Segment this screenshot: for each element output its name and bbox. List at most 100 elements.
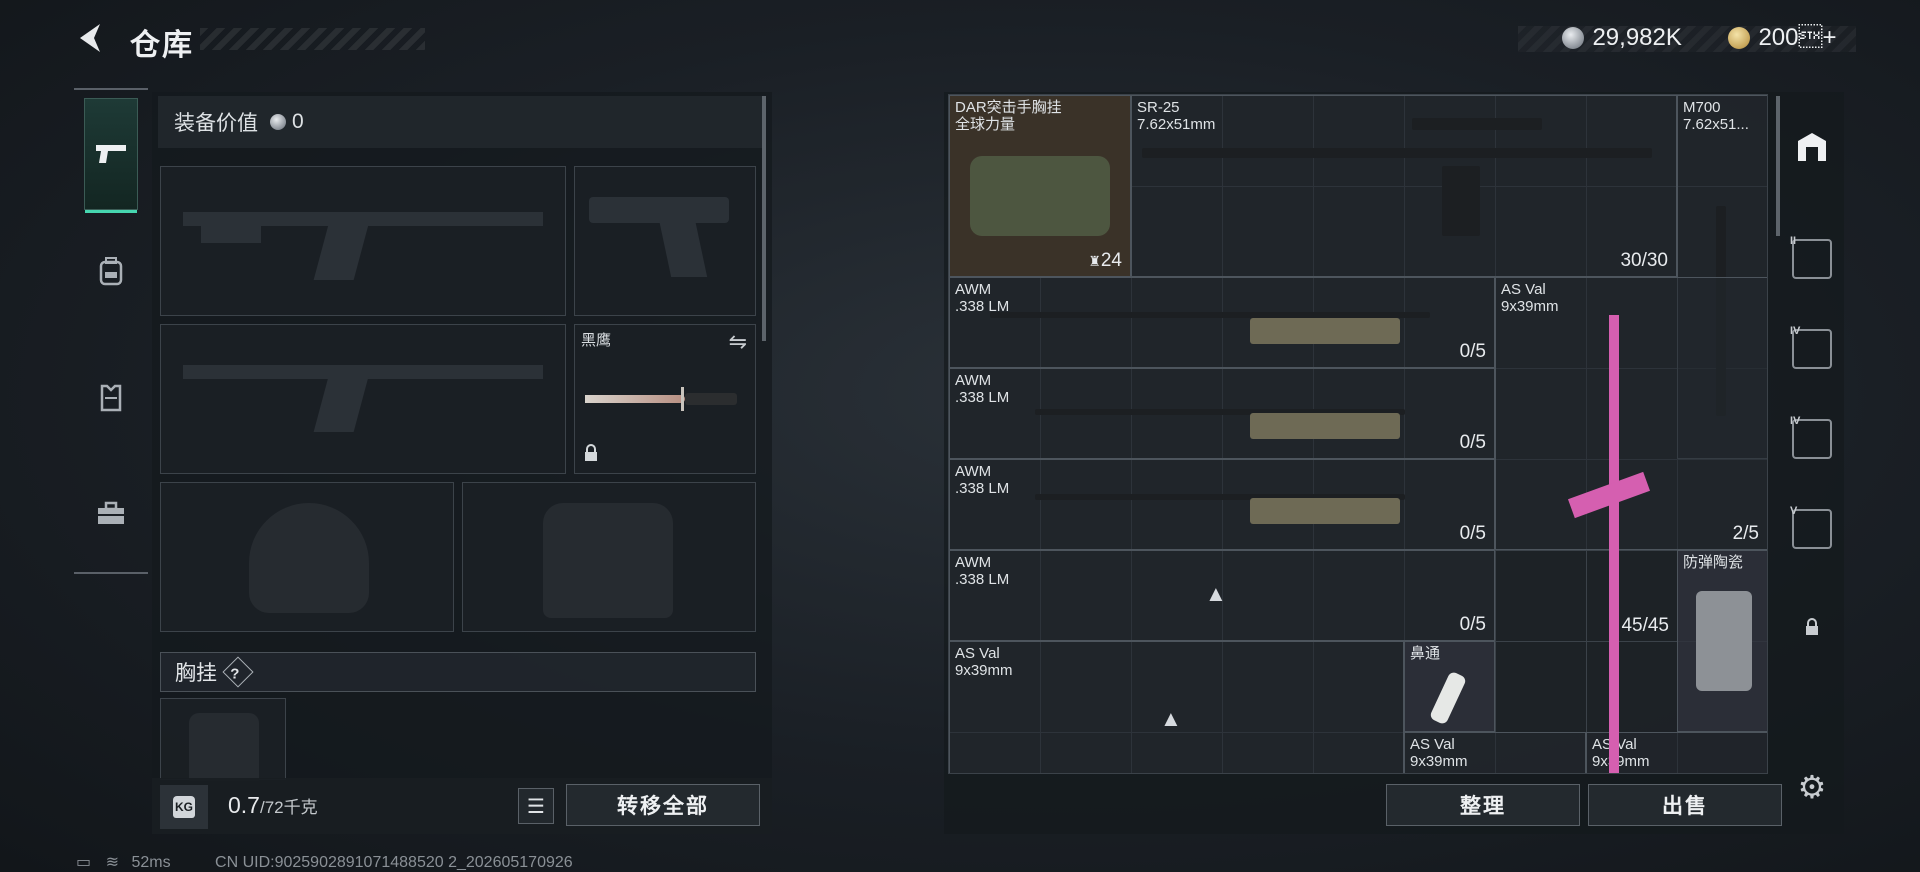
list-icon: ☰ <box>527 795 545 818</box>
gold-currency-value: 200+ <box>1758 24 1837 51</box>
rifle-magazine-silhouette <box>313 377 369 432</box>
secondary-weapon-slot[interactable] <box>574 166 756 316</box>
pistol-icon <box>96 145 126 163</box>
loading-icon: ▲ <box>1205 581 1227 606</box>
tab-backpack[interactable] <box>84 236 138 306</box>
page-title: 仓库 <box>130 29 194 62</box>
transfer-all-button[interactable]: 转移全部 <box>566 784 760 826</box>
rifle-stock-image <box>1250 318 1400 344</box>
bag-image <box>970 156 1110 236</box>
scope-image <box>1412 118 1542 130</box>
armor-silhouette <box>543 503 673 618</box>
primary-weapon-slot-2[interactable] <box>160 324 566 474</box>
tab-weapons[interactable] <box>84 98 138 213</box>
vest-icon <box>100 384 122 412</box>
wifi-icon: ≋ <box>105 854 119 871</box>
silver-currency-value: 29,982K <box>1592 24 1682 51</box>
status-bar: ▭ ≋ 52ms CN UID:9025902891071488520 2_20… <box>76 852 573 872</box>
list-view-button[interactable]: ☰ <box>518 788 554 824</box>
rifle-stock-image <box>1250 413 1400 439</box>
sort-button[interactable]: 整理 <box>1386 784 1580 826</box>
rifle-image <box>1142 148 1652 158</box>
helmet-slot[interactable] <box>160 482 454 632</box>
stash-item-awm-4[interactable]: AWM .338 LM ▲ 0/5 <box>949 550 1495 641</box>
toolbox-icon <box>98 501 124 524</box>
weight-icon: KG <box>160 785 208 829</box>
tab-toolbox[interactable] <box>84 478 138 548</box>
knife-blade <box>585 395 685 403</box>
lock-icon <box>583 444 599 467</box>
uid: CN UID:9025902891071488520 2_20260517092… <box>215 854 573 871</box>
silver-coin-icon <box>1562 27 1584 49</box>
loadout-scrollbar[interactable] <box>762 96 766 341</box>
stash-page-icon: V <box>1790 505 1832 549</box>
stash-tab-2[interactable]: II <box>1780 224 1844 294</box>
stash-page-icon: IV <box>1790 415 1832 459</box>
pistol-grip-silhouette <box>658 219 708 277</box>
sell-button[interactable]: 出售 <box>1588 784 1782 826</box>
backpack-icon <box>99 257 123 286</box>
weight-max: /72千克 <box>259 798 318 817</box>
weight-readout: 0.7/72千克 <box>228 792 318 819</box>
chest-rig-header: 胸挂 ? <box>160 652 756 692</box>
stash-home-icon <box>1798 133 1826 161</box>
stash-tab-home[interactable] <box>1780 112 1844 182</box>
stash-item-awm-3[interactable]: AWM .338 LM 0/5 <box>949 459 1495 550</box>
stash-item-asval-pink[interactable]: AS Val 9x39mm 2/5 <box>1495 277 1767 550</box>
helmet-silhouette <box>249 503 369 613</box>
stash-tab-5[interactable]: V <box>1780 494 1844 564</box>
melee-name: 黑鹰 <box>581 332 612 349</box>
chest-rig-label: 胸挂 <box>175 662 217 685</box>
rifle-stock-image <box>1250 498 1400 524</box>
chest-rig-slot[interactable] <box>160 698 286 781</box>
stash-item-asval-ammo[interactable]: 45/45 <box>1495 550 1677 641</box>
silver-currency: 29,982K <box>1562 24 1682 52</box>
gold-currency[interactable]: 200+ <box>1728 24 1837 52</box>
rifle-stock-silhouette <box>201 225 261 243</box>
stash-page-icon: IV <box>1790 325 1832 369</box>
knife-guard <box>681 387 684 411</box>
stash-grid: DAR突击手胸挂 全球力量 ♜24 SR-25 7.62x51mm 30/30 … <box>948 94 1768 774</box>
help-icon[interactable]: ? <box>222 656 254 688</box>
armor-slot[interactable] <box>462 482 756 632</box>
stash-page-tabs: II IV IV V ⚙ <box>1780 92 1844 834</box>
loading-icon: ▲ <box>1160 706 1182 731</box>
stash-item-asval-3[interactable]: AS Val 9x39mm <box>1404 732 1586 773</box>
tab-vest[interactable] <box>84 362 138 432</box>
rifle-magazine-silhouette <box>313 225 369 280</box>
primary-weapon-slot-1[interactable] <box>160 166 566 316</box>
durability-icon: ♜ <box>1088 253 1101 269</box>
chest-rig-silhouette <box>189 713 259 781</box>
stash-item-awm-2[interactable]: AWM .338 LM 0/5 <box>949 368 1495 459</box>
stash-tab-locked[interactable] <box>1780 592 1844 662</box>
settings-button[interactable]: ⚙ <box>1780 752 1844 822</box>
swap-icon[interactable]: ⇋ <box>729 329 747 355</box>
stash-item-sr25[interactable]: SR-25 7.62x51mm 30/30 <box>1131 95 1677 277</box>
stash-tab-4b[interactable]: IV <box>1780 404 1844 474</box>
melee-slot[interactable]: 黑鹰 ⇋ <box>574 324 756 474</box>
pink-rifle-image <box>1609 315 1619 773</box>
knife-handle <box>685 393 737 405</box>
gear-icon: ⚙ <box>1797 769 1827 805</box>
stash-item-awm-1[interactable]: AWM .338 LM 0/5 <box>949 277 1495 368</box>
battery-icon: ▭ <box>76 854 92 871</box>
silver-coin-icon <box>270 114 286 130</box>
stash-item-asval-2[interactable]: AS Val 9x39mm ▲ <box>949 641 1404 773</box>
stash-tab-4a[interactable]: IV <box>1780 314 1844 384</box>
stash-item-chest-rig[interactable]: DAR突击手胸挂 全球力量 ♜24 <box>949 95 1131 277</box>
equipment-value: 0 <box>292 110 304 133</box>
gold-coin-icon <box>1728 27 1750 49</box>
equipment-value-label: 装备价值 <box>174 112 258 135</box>
ping: 52ms <box>131 854 171 871</box>
stash-item-ceramic-plate[interactable]: 防弹陶瓷 <box>1677 550 1767 732</box>
equipment-value-bar: 装备价值 0 <box>158 96 762 148</box>
loadout-category-nav <box>74 88 148 574</box>
item-count: ♜24 <box>1088 250 1122 271</box>
lock-icon <box>1806 618 1818 635</box>
stash-item-nasal-spray[interactable]: 鼻通 <box>1404 641 1495 732</box>
back-button[interactable] <box>72 20 112 60</box>
title-decoration <box>200 28 425 50</box>
stash-page-icon: II <box>1790 235 1832 279</box>
magazine-image <box>1442 166 1480 236</box>
rifle-silhouette <box>183 212 543 226</box>
